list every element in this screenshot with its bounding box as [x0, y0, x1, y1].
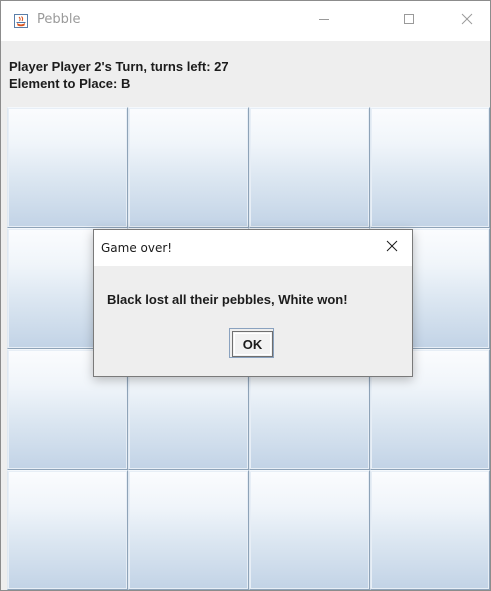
dialog-titlebar[interactable]: Game over!: [94, 230, 412, 266]
window-titlebar[interactable]: Pebble: [1, 1, 490, 41]
status-panel: Player Player 2's Turn, turns left: 27 E…: [1, 41, 490, 107]
dialog-title: Game over!: [101, 241, 173, 255]
close-button[interactable]: [444, 1, 490, 41]
maximize-button[interactable]: [386, 1, 432, 41]
java-cup-icon: [14, 14, 28, 28]
board-cell[interactable]: [249, 107, 370, 228]
window-title: Pebble: [37, 12, 81, 27]
board-cell[interactable]: [249, 470, 370, 590]
element-to-place-label: Element to Place: B: [9, 76, 131, 91]
game-over-dialog: Game over! Black lost all their pebbles,…: [93, 229, 413, 377]
close-icon: [461, 12, 473, 30]
board-cell[interactable]: [128, 470, 249, 590]
pebble-window: Pebble Player Player 2's Turn, turns lef…: [0, 0, 491, 591]
turn-status-label: Player Player 2's Turn, turns left: 27: [9, 59, 229, 74]
minimize-button[interactable]: [301, 1, 347, 41]
board-cell[interactable]: [7, 107, 128, 228]
maximize-icon: [403, 12, 415, 30]
board-cell[interactable]: [370, 107, 490, 228]
board-cell[interactable]: [370, 470, 490, 590]
minimize-icon: [318, 12, 330, 30]
board-cell[interactable]: [128, 107, 249, 228]
ok-button[interactable]: OK: [232, 331, 273, 357]
board-cell[interactable]: [7, 470, 128, 590]
close-icon: [386, 239, 398, 257]
dialog-message: Black lost all their pebbles, White won!: [107, 292, 348, 307]
dialog-close-button[interactable]: [372, 230, 412, 266]
